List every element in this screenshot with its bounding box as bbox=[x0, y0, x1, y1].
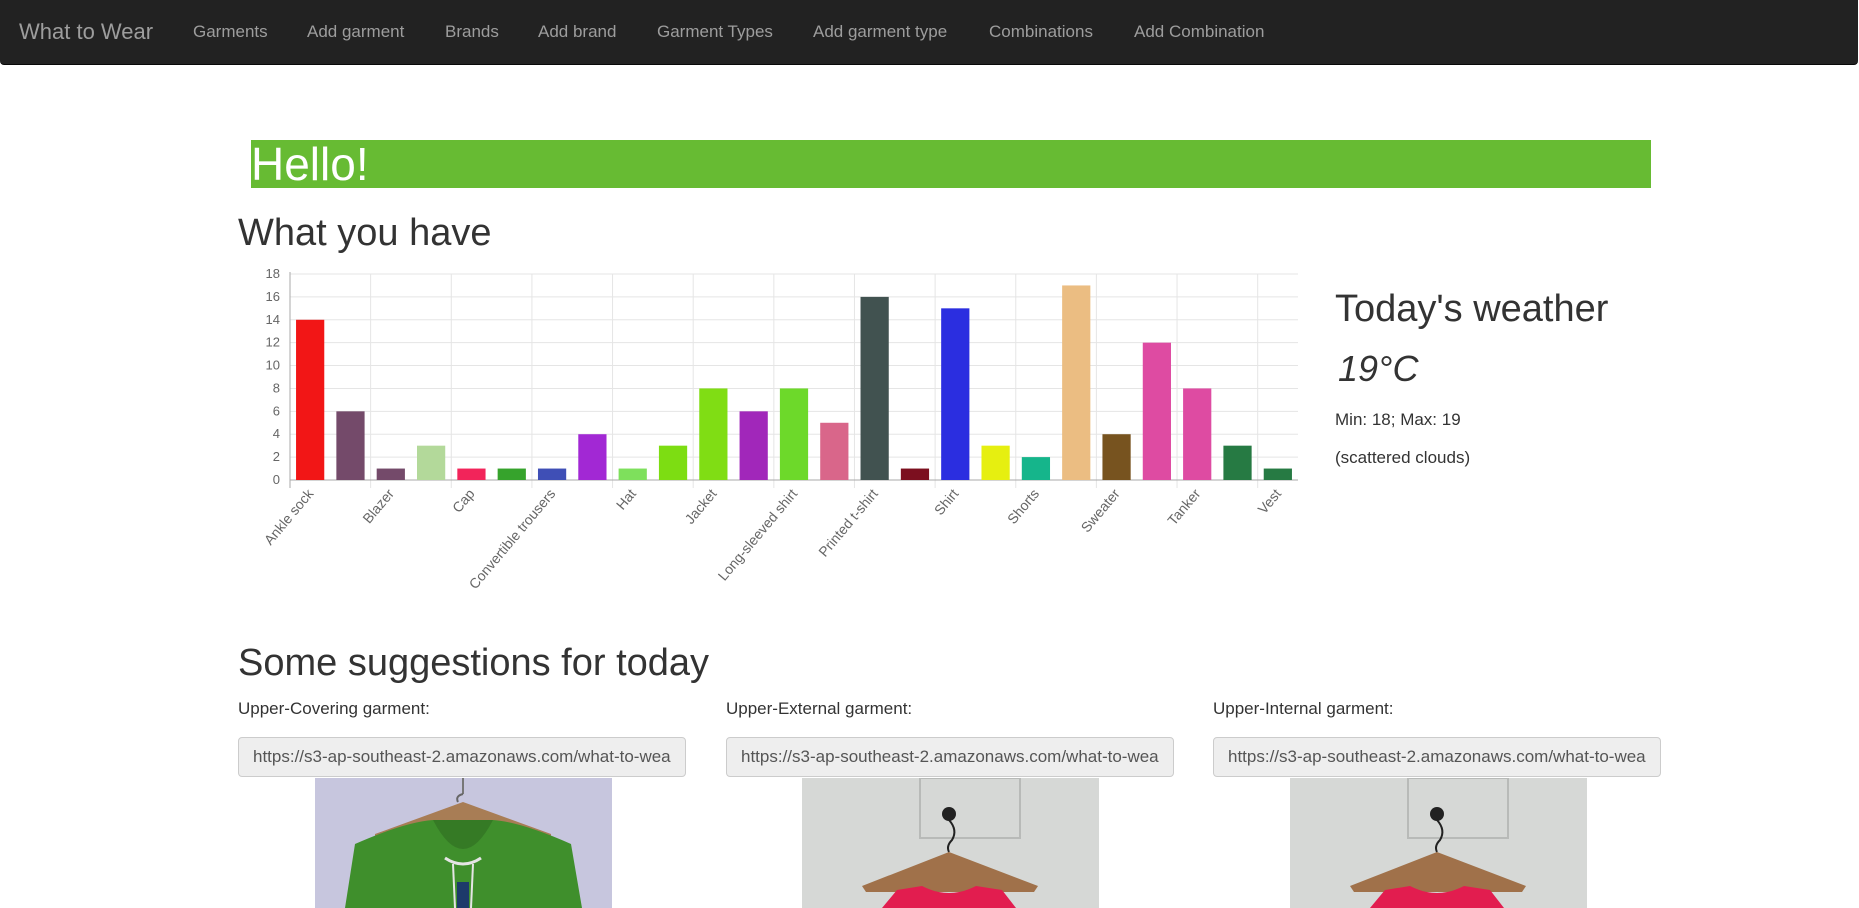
bar-coat bbox=[497, 468, 526, 480]
bar-vest bbox=[1263, 468, 1292, 480]
nav-garment-types[interactable]: Garment Types bbox=[657, 0, 773, 64]
weather-minmax: Min: 18; Max: 19 bbox=[1335, 410, 1461, 429]
upper-internal-label: Upper-Internal garment: bbox=[1213, 699, 1394, 718]
nav-brands[interactable]: Brands bbox=[445, 0, 499, 64]
bar-hoodie bbox=[658, 445, 688, 480]
bar-polo-shirt bbox=[820, 422, 849, 480]
suggestions-title: Some suggestions for today bbox=[238, 642, 710, 684]
bar-cap bbox=[457, 468, 486, 480]
x-tick-label: Blazer bbox=[359, 485, 397, 526]
y-tick-label: 10 bbox=[266, 358, 280, 373]
bar-convertible-trousers bbox=[537, 468, 567, 480]
y-tick-label: 18 bbox=[266, 266, 280, 281]
bar-swimsuit bbox=[1142, 342, 1171, 480]
bar-ankle-sock bbox=[296, 319, 325, 480]
x-tick-label: Printed t-shirt bbox=[815, 486, 881, 560]
nav-add-combination[interactable]: Add Combination bbox=[1134, 0, 1264, 64]
bar-printed-t-shirt bbox=[860, 296, 889, 480]
weather-temperature: 19°C bbox=[1338, 348, 1419, 389]
nav-add-brand[interactable]: Add brand bbox=[538, 0, 616, 64]
x-tick-label: Long-sleeved shirt bbox=[715, 486, 801, 584]
weather-title: Today's weather bbox=[1335, 288, 1609, 330]
bar-scarf bbox=[900, 468, 930, 480]
x-tick-label: Tanker bbox=[1164, 485, 1203, 528]
greeting-banner: Hello! bbox=[251, 140, 1651, 188]
bar-jacket bbox=[699, 388, 728, 480]
upper-external-label: Upper-External garment: bbox=[726, 699, 913, 718]
y-tick-label: 6 bbox=[273, 403, 280, 418]
upper-covering-garment-image bbox=[315, 778, 612, 908]
garment-type-bar-chart: 0 2 4 6 8 10 12 14 16 18 Ankle sock Blazer CapConver… bbox=[261, 266, 1298, 592]
bar-blazer bbox=[376, 468, 405, 480]
x-tick-label: Shorts bbox=[1004, 486, 1042, 527]
top-navbar: What to Wear Garments Add garment Brands… bbox=[0, 0, 1858, 65]
bar-long-sleeved-shirt bbox=[779, 388, 809, 480]
bar-trousers bbox=[1223, 445, 1252, 480]
brand-link[interactable]: What to Wear bbox=[19, 0, 153, 64]
upper-internal-garment-image bbox=[1290, 778, 1587, 908]
x-tick-label: Convertible trousers bbox=[466, 486, 559, 592]
y-tick-label: 14 bbox=[266, 312, 280, 327]
bar-shirt bbox=[941, 308, 970, 480]
x-tick-label: Ankle sock bbox=[261, 485, 317, 548]
weather-description: (scattered clouds) bbox=[1335, 448, 1471, 467]
nav-combinations[interactable]: Combinations bbox=[989, 0, 1093, 64]
upper-covering-url-field[interactable] bbox=[238, 737, 686, 777]
x-tick-label: Hat bbox=[613, 486, 639, 513]
bar-skirt bbox=[1062, 285, 1091, 480]
y-tick-label: 0 bbox=[273, 472, 280, 487]
bar-tanker bbox=[1183, 388, 1212, 480]
y-tick-label: 16 bbox=[266, 289, 280, 304]
y-tick-label: 2 bbox=[273, 449, 280, 464]
x-tick-label: Cap bbox=[449, 485, 478, 515]
bar-belt bbox=[336, 411, 365, 480]
x-tick-label: Shirt bbox=[931, 486, 962, 518]
y-tick-label: 8 bbox=[273, 380, 280, 395]
y-tick-label: 12 bbox=[266, 335, 280, 350]
x-tick-label: Jacket bbox=[681, 486, 719, 527]
y-tick-label: 4 bbox=[273, 426, 280, 441]
bar-blouse bbox=[417, 445, 446, 480]
bar-shoes bbox=[981, 445, 1010, 480]
upper-covering-label: Upper-Covering garment: bbox=[238, 699, 430, 718]
x-tick-label: Vest bbox=[1254, 486, 1284, 517]
bar-hat bbox=[618, 468, 647, 480]
bar-dress bbox=[578, 434, 607, 480]
upper-external-garment-image bbox=[802, 778, 1099, 908]
upper-internal-url-field[interactable] bbox=[1213, 737, 1661, 777]
bar-jeans bbox=[739, 411, 768, 480]
nav-add-garment-type[interactable]: Add garment type bbox=[813, 0, 947, 64]
x-tick-label: Sweater bbox=[1078, 485, 1123, 535]
upper-external-url-field[interactable] bbox=[726, 737, 1174, 777]
nav-garments[interactable]: Garments bbox=[193, 0, 268, 64]
bar-sweater bbox=[1102, 434, 1131, 480]
bar-shorts bbox=[1021, 457, 1051, 480]
nav-add-garment[interactable]: Add garment bbox=[307, 0, 404, 64]
inventory-title: What you have bbox=[238, 212, 492, 254]
